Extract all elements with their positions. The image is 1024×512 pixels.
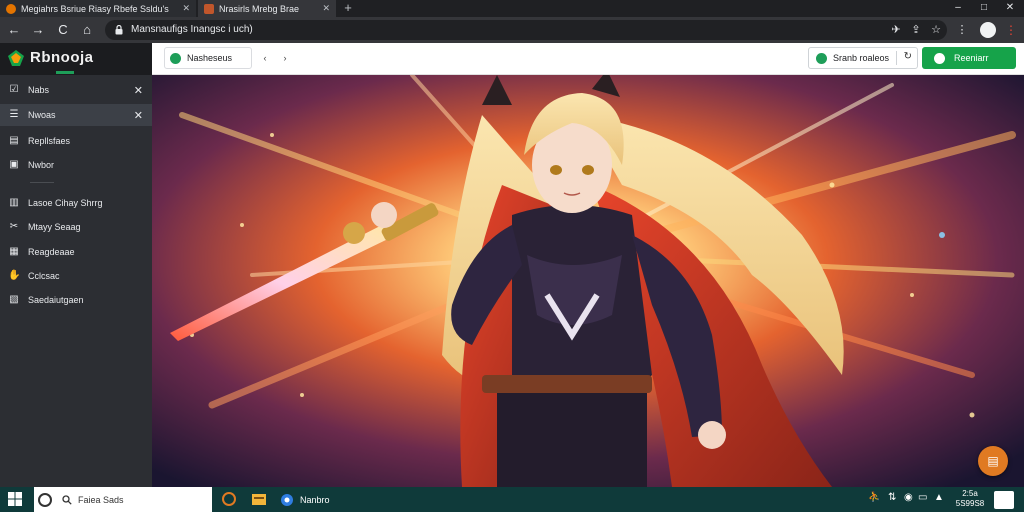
app-logo-text[interactable]: Rbnooja <box>30 49 94 66</box>
logo-underline <box>56 71 74 74</box>
sidebar-item[interactable]: ▦ Reagdeaae <box>0 241 152 263</box>
sidebar-item-label: Nabs <box>28 85 50 95</box>
extension-icon[interactable]: ✈ <box>888 22 904 38</box>
minimize-button[interactable]: – <box>946 0 970 17</box>
primary-action-label: Reeniarr <box>954 53 989 63</box>
tray-chevron-icon[interactable]: ▲ <box>934 492 944 503</box>
volume-icon[interactable]: ◉ <box>904 492 913 503</box>
share-icon[interactable]: ⇪ <box>908 22 924 38</box>
box-icon: ▧ <box>9 294 19 305</box>
checkbox-icon: ☑ <box>9 84 19 95</box>
secondary-action-button[interactable]: Sranb roaleos ↻ <box>808 47 918 69</box>
tab-title: Nrasirls Mrebg Brae <box>219 3 300 14</box>
sidebar-item[interactable]: ▧ Saedaiutgaen <box>0 289 152 311</box>
maximize-button[interactable]: □ <box>972 0 996 17</box>
tab-close-icon[interactable]: ✕ <box>182 3 190 14</box>
hand-icon: ✋ <box>8 270 21 281</box>
chevron-right-icon[interactable]: › <box>279 51 291 65</box>
back-button[interactable]: ← <box>3 17 25 43</box>
sidebar-item-label: Repllsfaes <box>28 136 71 146</box>
grid-icon: ▦ <box>9 246 19 257</box>
favicon-icon <box>6 3 16 14</box>
floating-action-button[interactable]: ▤ <box>978 446 1008 476</box>
status-icon <box>816 52 827 64</box>
sidebar-item[interactable]: ▤ Repllsfaes <box>0 130 152 152</box>
forward-button[interactable]: → <box>27 17 49 43</box>
browser-menu-icon[interactable]: ⋮ <box>1004 22 1018 38</box>
windows-start-icon[interactable] <box>6 490 24 508</box>
primary-action-button[interactable]: Reeniarr <box>922 47 1016 69</box>
document-icon: ▤ <box>9 135 19 146</box>
tab-search-icon[interactable]: ⋮ <box>954 22 970 38</box>
close-icon[interactable]: ✕ <box>134 84 143 97</box>
action-icon <box>934 52 945 64</box>
secondary-action-label: Sranb roaleos <box>833 53 890 63</box>
url-text[interactable]: Mansnaufigs Inangsc i uch) <box>131 23 253 37</box>
button-divider <box>896 51 897 65</box>
browser-icon <box>281 493 293 506</box>
refresh-icon[interactable]: ↻ <box>904 51 912 62</box>
chevron-left-icon[interactable]: ‹ <box>259 51 271 65</box>
sidebar-item-label: Nwbor <box>28 160 55 170</box>
book-icon: ▥ <box>9 197 19 208</box>
task-view-icon[interactable] <box>220 490 238 508</box>
sidebar-item[interactable]: ▣ Nwbor <box>0 154 152 176</box>
sidebar-item-label: Nwoas <box>28 110 56 120</box>
taskbar-app-browser[interactable]: Nanbro <box>280 487 330 512</box>
breadcrumb[interactable]: Nasheseus <box>164 47 252 69</box>
list-icon: ☰ <box>9 109 19 120</box>
sidebar-item[interactable]: ☑ Nabs ✕ <box>0 79 152 101</box>
cortana-icon <box>38 492 52 507</box>
taskbar-clock[interactable]: 2:5a 5S99S8 <box>954 489 986 509</box>
logo-icon <box>8 50 24 66</box>
taskbar-app-label: Nanbro <box>300 494 330 505</box>
profile-avatar[interactable] <box>980 22 996 38</box>
search-placeholder: Faiea Sads <box>78 494 124 505</box>
site-icon <box>170 52 181 64</box>
lock-icon <box>115 25 123 35</box>
search-icon <box>62 494 72 505</box>
breadcrumb-label: Nasheseus <box>187 53 233 63</box>
sidebar-item-label: Cclcsac <box>28 271 60 281</box>
taskbar-search[interactable]: Faiea Sads <box>34 487 212 512</box>
sidebar-item[interactable]: ✋ Cclcsac <box>0 265 152 287</box>
tools-icon: ✂ <box>9 221 19 232</box>
browser-tab[interactable]: Megiahrs Bsriue Riasy Rbefe Ssldu's ✕ <box>0 0 196 17</box>
battery-icon[interactable]: ▭ <box>918 492 927 503</box>
tab-close-icon[interactable]: ✕ <box>322 3 330 14</box>
reload-button[interactable]: C <box>52 17 74 43</box>
file-explorer-icon[interactable] <box>250 490 268 508</box>
browser-tab-active[interactable]: Nrasirls Mrebg Brae ✕ <box>198 0 336 17</box>
person-icon[interactable]: ⛹ <box>868 492 880 503</box>
home-button[interactable]: ⌂ <box>76 17 98 43</box>
tab-title: Megiahrs Bsriue Riasy Rbefe Ssldu's <box>21 3 169 14</box>
sidebar-item[interactable]: ▥ Lasoe Cihay Shrrg <box>0 192 152 214</box>
network-icon[interactable]: ⇅ <box>888 492 896 503</box>
sidebar-item-active[interactable]: ☰ Nwoas ✕ <box>0 104 152 126</box>
hero-illustration <box>152 75 1024 487</box>
bookmark-icon: ▣ <box>9 159 19 170</box>
notification-center-icon[interactable] <box>994 491 1014 509</box>
sidebar-item[interactable]: ✂ Mtayy Seaag <box>0 216 152 238</box>
sidebar-item-label: Saedaiutgaen <box>28 295 84 305</box>
favicon-icon <box>204 3 214 14</box>
new-tab-button[interactable]: + <box>340 0 356 17</box>
sidebar-item-label: Mtayy Seaag <box>28 222 81 232</box>
sidebar-item-label: Lasoe Cihay Shrrg <box>28 198 103 208</box>
sidebar-divider <box>30 182 54 183</box>
sidebar-item-label: Reagdeaae <box>28 247 75 257</box>
bookmark-star-icon[interactable]: ☆ <box>928 22 944 38</box>
notes-icon: ▤ <box>987 454 999 468</box>
close-window-button[interactable]: ✕ <box>998 0 1022 17</box>
close-icon[interactable]: ✕ <box>134 109 143 122</box>
